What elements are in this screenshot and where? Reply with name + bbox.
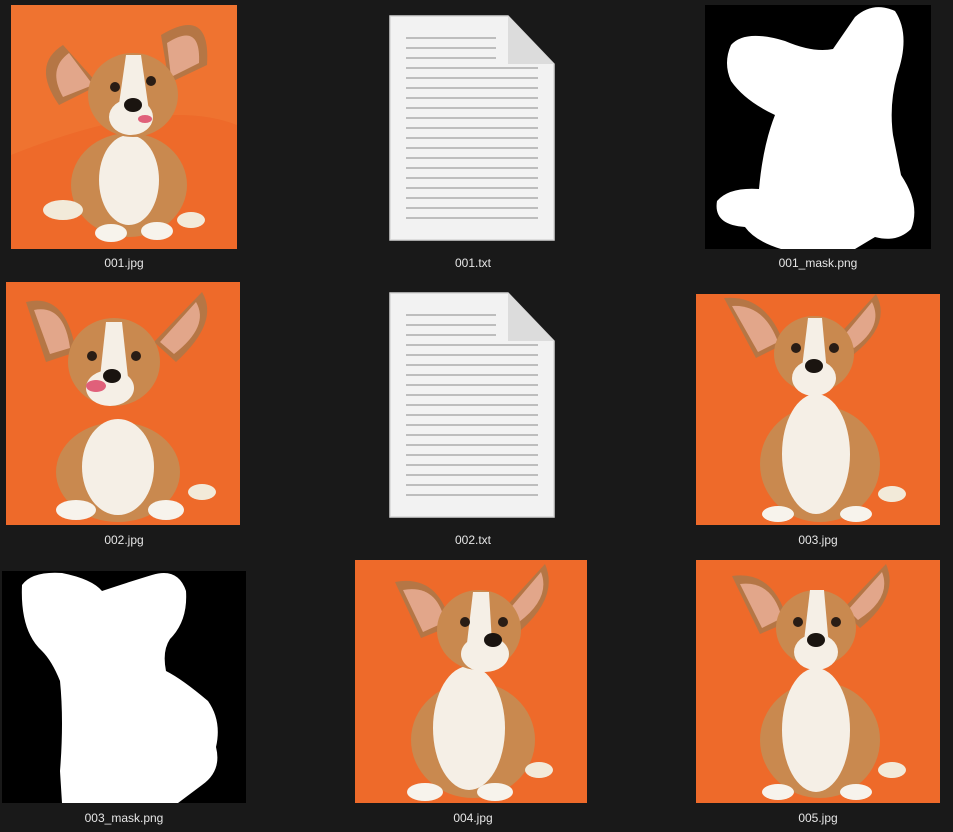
thumbnail-003-mask-png[interactable] bbox=[0, 555, 274, 807]
thumbnail-004-jpg[interactable] bbox=[323, 555, 623, 807]
photo-thumbnail-icon bbox=[696, 560, 940, 803]
file-name-label: 002.jpg bbox=[104, 533, 144, 547]
file-explorer-grid: 001.jpg 001.txt 001_mask.png 002.jpg 002… bbox=[0, 0, 953, 832]
file-item-001-txt[interactable]: 001.txt bbox=[323, 0, 623, 270]
mask-thumbnail-icon bbox=[2, 571, 246, 803]
file-item-001-mask-png[interactable]: 001_mask.png bbox=[668, 0, 953, 270]
thumbnail-001-mask-png[interactable] bbox=[668, 0, 953, 252]
thumbnail-001-jpg[interactable] bbox=[0, 0, 274, 252]
photo-thumbnail-icon bbox=[6, 282, 240, 525]
file-name-label: 004.jpg bbox=[453, 811, 493, 825]
file-name-label: 001_mask.png bbox=[778, 256, 858, 270]
file-item-002-jpg[interactable]: 002.jpg bbox=[0, 277, 274, 547]
text-file-icon bbox=[389, 292, 555, 518]
thumbnail-003-jpg[interactable] bbox=[668, 277, 953, 529]
file-name-label: 003_mask.png bbox=[84, 811, 164, 825]
file-item-003-jpg[interactable]: 003.jpg bbox=[668, 277, 953, 547]
file-name-label: 001.jpg bbox=[104, 256, 144, 270]
text-file-icon bbox=[389, 15, 555, 241]
file-name-label: 002.txt bbox=[454, 533, 492, 547]
file-name-label: 003.jpg bbox=[798, 533, 838, 547]
thumbnail-005-jpg[interactable] bbox=[668, 555, 953, 807]
thumbnail-001-txt[interactable] bbox=[323, 0, 623, 252]
photo-thumbnail-icon bbox=[355, 560, 587, 803]
photo-thumbnail-icon bbox=[696, 294, 940, 525]
thumbnail-002-txt[interactable] bbox=[323, 277, 623, 529]
photo-thumbnail-icon bbox=[11, 5, 237, 249]
file-item-001-jpg[interactable]: 001.jpg bbox=[0, 0, 274, 270]
thumbnail-002-jpg[interactable] bbox=[0, 277, 274, 529]
file-item-003-mask-png[interactable]: 003_mask.png bbox=[0, 555, 274, 825]
file-item-002-txt[interactable]: 002.txt bbox=[323, 277, 623, 547]
file-name-label: 005.jpg bbox=[798, 811, 838, 825]
file-item-005-jpg[interactable]: 005.jpg bbox=[668, 555, 953, 825]
file-item-004-jpg[interactable]: 004.jpg bbox=[323, 555, 623, 825]
file-name-label: 001.txt bbox=[454, 256, 492, 270]
mask-thumbnail-icon bbox=[705, 5, 931, 249]
